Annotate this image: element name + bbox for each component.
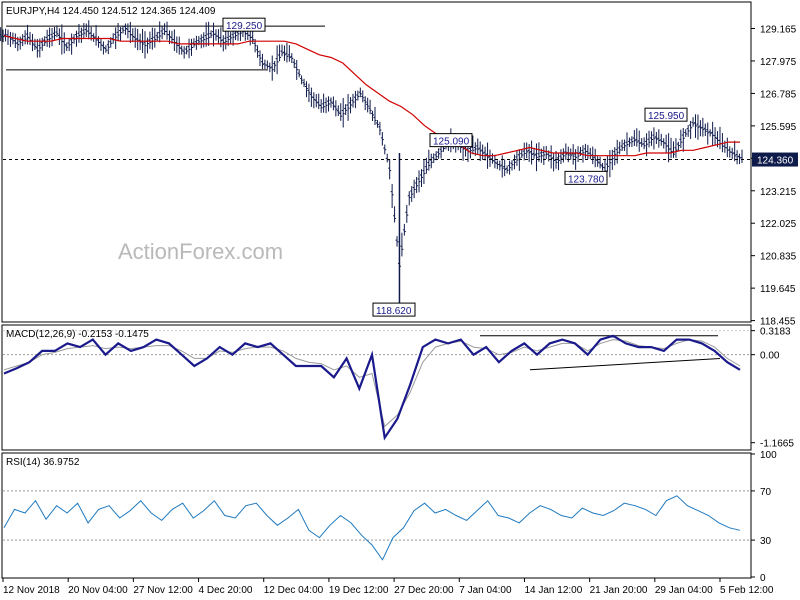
price-tick-label: 126.785 — [760, 89, 797, 100]
symbol-title: EURJPY,H4 124.450 124.512 124.365 124.40… — [6, 6, 216, 17]
time-tick-label: 20 Nov 04:00 — [68, 585, 128, 596]
time-tick-label: 12 Nov 2018 — [3, 585, 60, 596]
price-annotation-label: 118.620 — [376, 306, 412, 317]
time-tick-label: 27 Nov 12:00 — [133, 585, 193, 596]
time-tick-label: 5 Feb 12:00 — [720, 585, 774, 596]
macd-tick-label: -1.1665 — [760, 439, 794, 450]
rsi-tick-label: 100 — [760, 450, 777, 461]
price-tick-label: 122.025 — [760, 219, 797, 230]
current-price-label: 124.360 — [757, 156, 794, 167]
macd-title: MACD(12,26,9) -0.2153 -0.1475 — [6, 329, 149, 340]
rsi-tick-label: 70 — [760, 487, 772, 498]
rsi-tick-label: 0 — [760, 573, 766, 584]
price-annotation-label: 129.250 — [226, 21, 263, 32]
time-tick-label: 12 Dec 04:00 — [264, 585, 324, 596]
watermark: ActionForex.com — [118, 239, 283, 264]
rsi-y-axis: 100 70 30 0 — [751, 450, 777, 584]
rsi-title: RSI(14) 36.9752 — [6, 457, 80, 468]
price-tick-label: 123.215 — [760, 187, 797, 198]
rsi-panel — [1, 452, 752, 579]
time-tick-label: 14 Jan 12:00 — [524, 585, 582, 596]
rsi-tick-label: 30 — [760, 536, 772, 547]
price-annotation-label: 125.950 — [648, 111, 685, 122]
macd-tick-label: 0.3183 — [760, 327, 791, 338]
time-tick-label: 19 Dec 12:00 — [329, 585, 389, 596]
time-tick-label: 29 Jan 04:00 — [655, 585, 713, 596]
time-axis: 12 Nov 2018 20 Nov 04:00 27 Nov 12:00 4 Dec… — [2, 578, 774, 596]
price-tick-label: 127.975 — [760, 57, 797, 68]
price-annotation-label: 123.780 — [568, 174, 605, 185]
price-tick-label: 119.645 — [760, 284, 796, 295]
time-tick-label: 21 Jan 20:00 — [590, 585, 648, 596]
chart-canvas: ActionForex.com 129.165 127.975 126.785 125… — [0, 1, 798, 596]
price-panel — [1, 1, 752, 323]
macd-tick-label: 0.00 — [760, 351, 780, 362]
macd-y-axis: 0.3183 0.00 -1.1665 — [751, 327, 794, 450]
time-tick-label: 7 Jan 04:00 — [459, 585, 512, 596]
time-tick-label: 4 Dec 20:00 — [199, 585, 253, 596]
price-annotation-label: 125.090 — [433, 137, 470, 148]
price-tick-label: 129.165 — [760, 25, 797, 36]
price-tick-label: 120.835 — [760, 252, 797, 263]
price-tick-label: 125.595 — [760, 122, 797, 133]
time-tick-label: 27 Dec 20:00 — [394, 585, 454, 596]
